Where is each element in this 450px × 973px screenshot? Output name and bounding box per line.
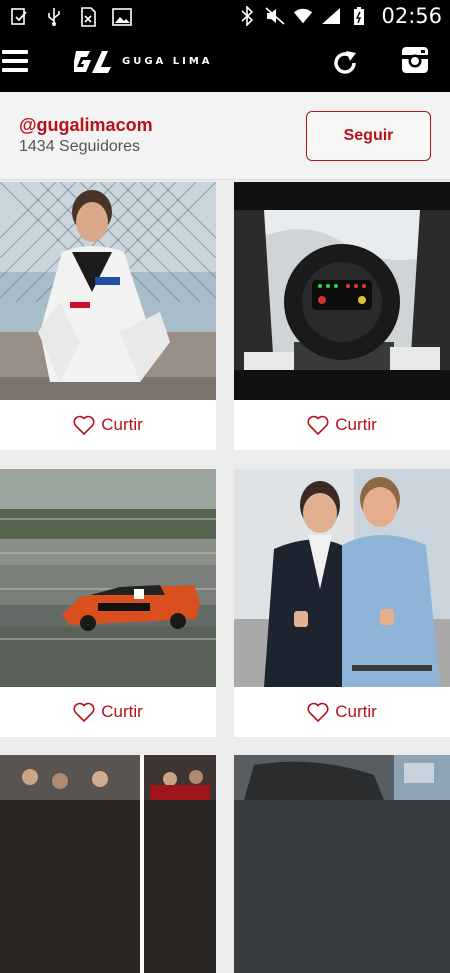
post-card: Curtir xyxy=(0,182,216,450)
brand-name: GUGA LIMA xyxy=(122,55,213,67)
menu-icon[interactable] xyxy=(2,50,28,74)
driver-portrait-photo xyxy=(0,182,216,400)
race-car-track-photo xyxy=(0,469,216,687)
heart-icon xyxy=(307,702,329,722)
like-label: Curtir xyxy=(101,702,143,721)
bluetooth-icon xyxy=(237,6,257,26)
no-sim-icon xyxy=(78,7,98,27)
image-icon xyxy=(112,7,132,27)
heart-icon xyxy=(307,415,329,435)
heart-icon xyxy=(73,702,95,722)
post-photo[interactable] xyxy=(0,182,216,400)
followers-count: 1434 Seguidores xyxy=(19,138,140,155)
post-card: Curtir xyxy=(0,469,216,737)
refresh-icon[interactable] xyxy=(330,48,360,78)
car-interior-photo xyxy=(234,755,450,973)
clock: 02:56 xyxy=(381,4,442,28)
post-card: Curtir xyxy=(234,182,450,450)
post-card: Curtir xyxy=(234,469,450,737)
like-button[interactable]: Curtir xyxy=(0,687,216,737)
like-button[interactable]: Curtir xyxy=(234,687,450,737)
heart-icon xyxy=(73,415,95,435)
brand-logo: GUGA LIMA xyxy=(74,46,213,76)
mute-icon xyxy=(265,6,286,26)
post-photo[interactable] xyxy=(0,755,216,973)
two-men-thumbs-up-photo xyxy=(234,469,450,687)
checkbox-icon xyxy=(10,7,30,27)
crowd-event-photo xyxy=(0,755,216,973)
profile-header: @gugalimacom 1434 Seguidores Seguir xyxy=(0,92,450,180)
usb-icon xyxy=(44,7,64,27)
follow-button[interactable]: Seguir xyxy=(306,111,431,161)
like-button[interactable]: Curtir xyxy=(0,400,216,450)
post-photo[interactable] xyxy=(234,469,450,687)
battery-charging-icon xyxy=(349,6,369,26)
post-card xyxy=(0,755,216,973)
like-button[interactable]: Curtir xyxy=(234,400,450,450)
post-photo[interactable] xyxy=(234,182,450,400)
post-card xyxy=(234,755,450,973)
signal-icon xyxy=(321,6,341,26)
status-bar: 02:56 xyxy=(0,0,450,34)
guga-lima-logo-icon xyxy=(74,51,111,73)
profile-handle[interactable]: @gugalimacom xyxy=(19,115,153,136)
post-photo[interactable] xyxy=(0,469,216,687)
cockpit-steering-wheel-photo xyxy=(234,182,450,400)
wifi-icon xyxy=(293,6,313,26)
like-label: Curtir xyxy=(101,415,143,434)
instagram-icon[interactable] xyxy=(401,46,431,76)
like-label: Curtir xyxy=(335,415,377,434)
app-bar: GUGA LIMA xyxy=(0,34,450,92)
post-photo[interactable] xyxy=(234,755,450,973)
like-label: Curtir xyxy=(335,702,377,721)
